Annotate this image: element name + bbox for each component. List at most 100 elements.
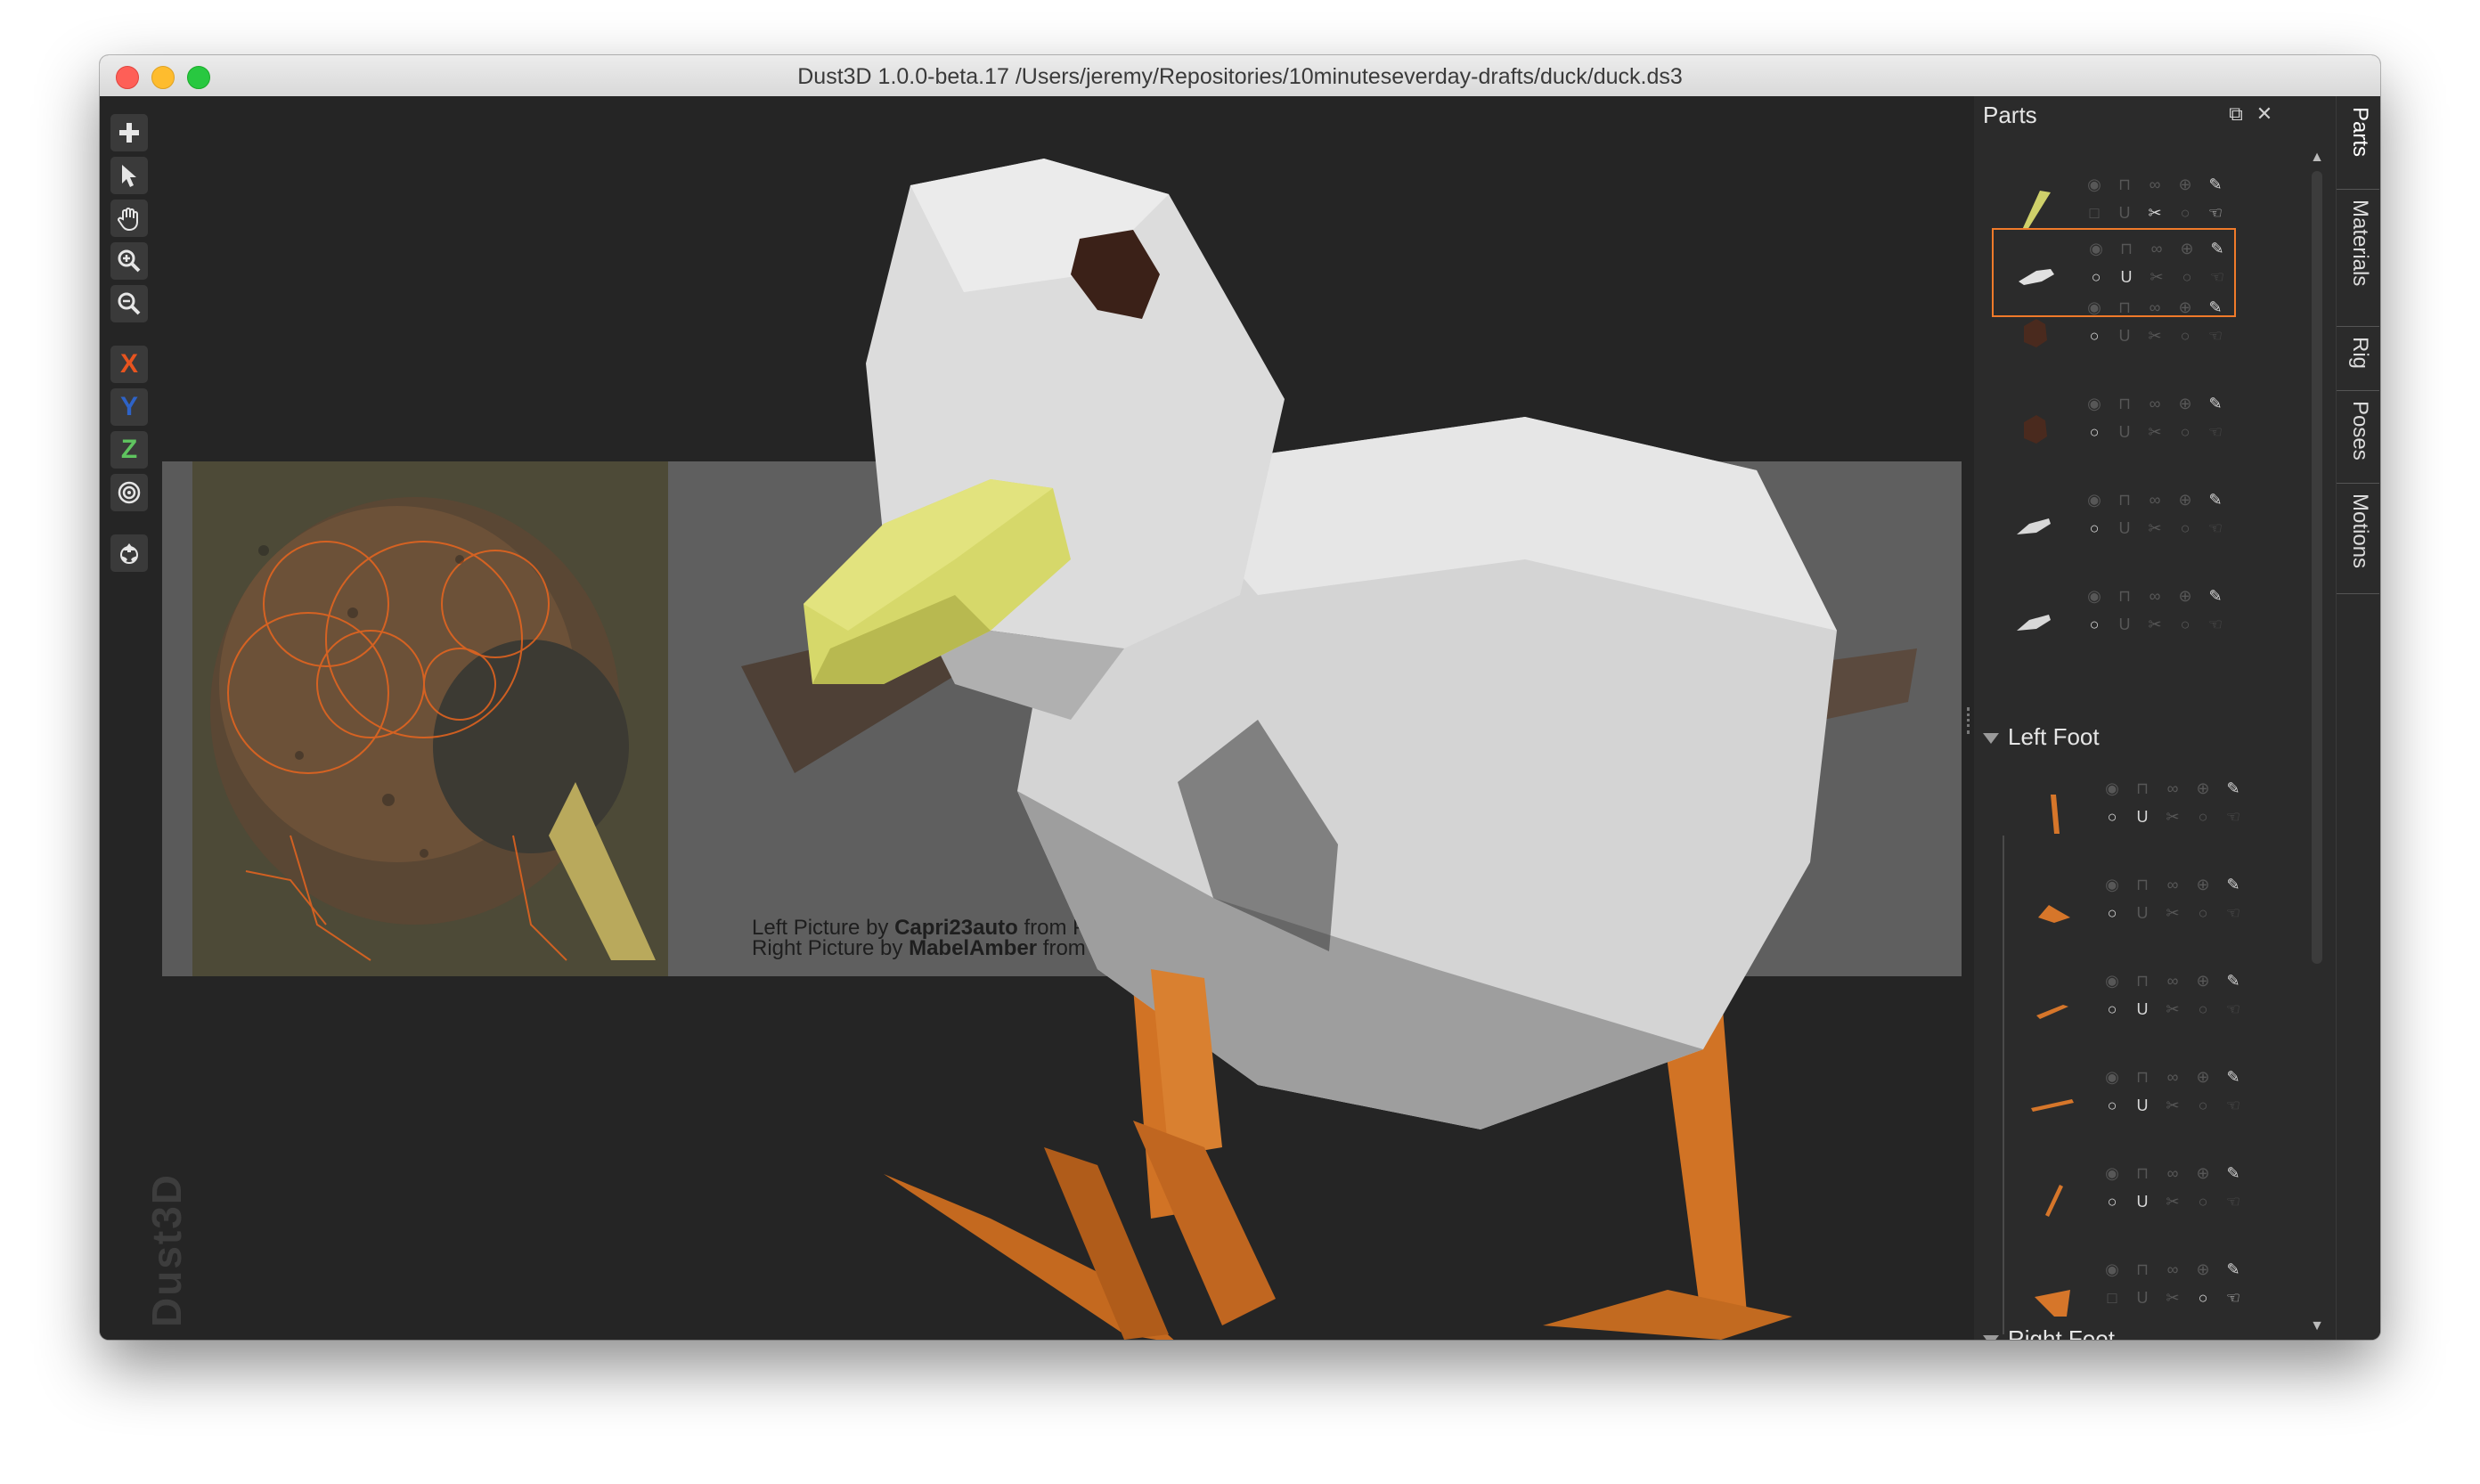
lock-icon[interactable]: ⊓ [2117, 239, 2136, 258]
rotate-icon[interactable]: ○ [2175, 422, 2195, 442]
scroll-down-icon[interactable]: ▼ [2310, 1318, 2324, 1334]
chamfer-icon[interactable]: ☜ [2207, 267, 2227, 287]
visibility-icon[interactable]: ◉ [2084, 298, 2104, 317]
lock-icon[interactable]: ⊓ [2115, 586, 2134, 606]
z-axis-lock-button[interactable]: Z [110, 431, 148, 469]
rotate-icon[interactable]: ○ [2175, 615, 2195, 634]
magnet-icon[interactable]: U [2133, 1192, 2152, 1211]
add-node-button[interactable] [110, 114, 148, 151]
wireframe-icon[interactable]: ⊕ [2193, 779, 2213, 798]
link-icon[interactable]: ∞ [2163, 779, 2182, 798]
link-icon[interactable]: ∞ [2145, 586, 2165, 606]
wireframe-icon[interactable]: ⊕ [2193, 1163, 2213, 1183]
part-item-leg[interactable]: ◉ ⊓ ∞ ⊕ ✎ ○ U ✂ ○ ☜ [2010, 770, 2250, 855]
magnet-icon[interactable]: U [2133, 807, 2152, 827]
lock-icon[interactable]: ⊓ [2115, 490, 2134, 510]
rounded-icon[interactable]: ○ [2084, 615, 2104, 634]
visibility-icon[interactable]: ◉ [2102, 971, 2122, 991]
color-picker-icon[interactable]: ✎ [2206, 394, 2225, 413]
lock-icon[interactable]: ⊓ [2133, 1163, 2152, 1183]
lock-icon[interactable]: ⊓ [2133, 971, 2152, 991]
rotate-icon[interactable]: ○ [2175, 518, 2195, 538]
panel-splitter-handle[interactable] [1967, 707, 1973, 734]
visibility-icon[interactable]: ◉ [2084, 586, 2104, 606]
color-picker-icon[interactable]: ✎ [2223, 1067, 2243, 1087]
magnet-icon[interactable]: U [2115, 422, 2134, 442]
link-icon[interactable]: ∞ [2163, 875, 2182, 894]
link-icon[interactable]: ∞ [2163, 1067, 2182, 1087]
visibility-icon[interactable]: ◉ [2102, 779, 2122, 798]
tab-poses[interactable]: Poses [2337, 394, 2379, 484]
subdivide-icon[interactable]: ✂ [2145, 203, 2165, 223]
color-picker-icon[interactable]: ✎ [2206, 490, 2225, 510]
magnet-icon[interactable]: U [2133, 1288, 2152, 1308]
subdivide-icon[interactable]: ✂ [2163, 1192, 2182, 1211]
part-item-wing-left[interactable]: ◉ ⊓ ∞ ⊕ ✎ ○ U ✂ ○ ☜ [1992, 481, 2232, 567]
chamfer-icon[interactable]: ☜ [2206, 326, 2225, 346]
link-icon[interactable]: ∞ [2163, 1163, 2182, 1183]
magnet-icon[interactable]: U [2133, 999, 2152, 1019]
wireframe-icon[interactable]: ⊕ [2175, 586, 2195, 606]
link-icon[interactable]: ∞ [2147, 239, 2166, 258]
subdivide-icon[interactable]: ✂ [2163, 1096, 2182, 1115]
rotate-icon[interactable]: ○ [2177, 267, 2197, 287]
scroll-thumb[interactable] [2312, 171, 2322, 964]
part-item-wing-right[interactable]: ◉ ⊓ ∞ ⊕ ✎ ○ U ✂ ○ ☜ [1992, 577, 2232, 663]
group-right-foot[interactable]: Right Foot [1983, 1325, 2115, 1340]
rounded-icon[interactable]: ○ [2084, 326, 2104, 346]
chamfer-icon[interactable]: ☜ [2223, 1192, 2243, 1211]
part-item-toe-4[interactable]: ◉ ⊓ ∞ ⊕ ✎ ○ U ✂ ○ ☜ [2010, 1154, 2250, 1240]
lock-icon[interactable]: ⊓ [2115, 394, 2134, 413]
subdivide-icon[interactable]: ✂ [2145, 422, 2165, 442]
visibility-icon[interactable]: ◉ [2102, 1260, 2122, 1279]
rotate-icon[interactable]: ○ [2193, 1288, 2213, 1308]
chamfer-icon[interactable]: ☜ [2206, 203, 2225, 223]
tab-motions[interactable]: Motions [2337, 486, 2379, 594]
wireframe-icon[interactable]: ⊕ [2193, 971, 2213, 991]
wireframe-icon[interactable]: ⊕ [2193, 1067, 2213, 1087]
lock-icon[interactable]: ⊓ [2115, 298, 2134, 317]
link-icon[interactable]: ∞ [2163, 971, 2182, 991]
link-icon[interactable]: ∞ [2145, 394, 2165, 413]
y-axis-lock-button[interactable]: Y [110, 388, 148, 426]
lock-icon[interactable]: ⊓ [2115, 175, 2134, 194]
xmirror-icon[interactable]: □ [2102, 1288, 2122, 1308]
rotate-icon[interactable]: ○ [2193, 903, 2213, 923]
part-item-toe-3[interactable]: ◉ ⊓ ∞ ⊕ ✎ ○ U ✂ ○ ☜ [2010, 1058, 2250, 1144]
xmirror-icon[interactable]: □ [2084, 203, 2104, 223]
zoom-in-button[interactable] [110, 242, 148, 280]
magnet-icon[interactable]: U [2115, 326, 2134, 346]
subdivide-icon[interactable]: ✂ [2147, 267, 2166, 287]
chamfer-icon[interactable]: ☜ [2223, 1096, 2243, 1115]
subdivide-icon[interactable]: ✂ [2145, 326, 2165, 346]
color-picker-icon[interactable]: ✎ [2206, 175, 2225, 194]
color-picker-icon[interactable]: ✎ [2223, 875, 2243, 894]
visibility-icon[interactable]: ◉ [2086, 239, 2106, 258]
rounded-icon[interactable]: ○ [2102, 807, 2122, 827]
lock-icon[interactable]: ⊓ [2133, 875, 2152, 894]
color-picker-icon[interactable]: ✎ [2206, 586, 2225, 606]
wireframe-icon[interactable]: ⊕ [2193, 1260, 2213, 1279]
color-picker-icon[interactable]: ✎ [2223, 971, 2243, 991]
part-item-foot[interactable]: ◉ ⊓ ∞ ⊕ ✎ □ U ✂ ○ ☜ [2010, 1251, 2250, 1336]
visibility-icon[interactable]: ◉ [2102, 1067, 2122, 1087]
visibility-icon[interactable]: ◉ [2102, 875, 2122, 894]
rotate-icon[interactable]: ○ [2193, 999, 2213, 1019]
rounded-icon[interactable]: ○ [2102, 1096, 2122, 1115]
magnet-icon[interactable]: U [2115, 518, 2134, 538]
visibility-icon[interactable]: ◉ [2084, 394, 2104, 413]
rounded-icon[interactable]: ○ [2102, 903, 2122, 923]
tab-parts[interactable]: Parts [2337, 100, 2379, 190]
radius-lock-button[interactable] [110, 474, 148, 511]
x-axis-lock-button[interactable]: X [110, 346, 148, 383]
color-picker-icon[interactable]: ✎ [2207, 239, 2227, 258]
part-item-toe-2[interactable]: ◉ ⊓ ∞ ⊕ ✎ ○ U ✂ ○ ☜ [2010, 962, 2250, 1048]
chamfer-icon[interactable]: ☜ [2206, 615, 2225, 634]
color-picker-icon[interactable]: ✎ [2206, 298, 2225, 317]
tab-materials[interactable]: Materials [2337, 192, 2379, 327]
subdivide-icon[interactable]: ✂ [2163, 1288, 2182, 1308]
magnet-icon[interactable]: U [2117, 267, 2136, 287]
part-item-eye-left[interactable]: ◉ ⊓ ∞ ⊕ ✎ ○ U ✂ ○ ☜ [1992, 289, 2232, 374]
rounded-icon[interactable]: ○ [2102, 999, 2122, 1019]
visibility-icon[interactable]: ◉ [2084, 175, 2104, 194]
